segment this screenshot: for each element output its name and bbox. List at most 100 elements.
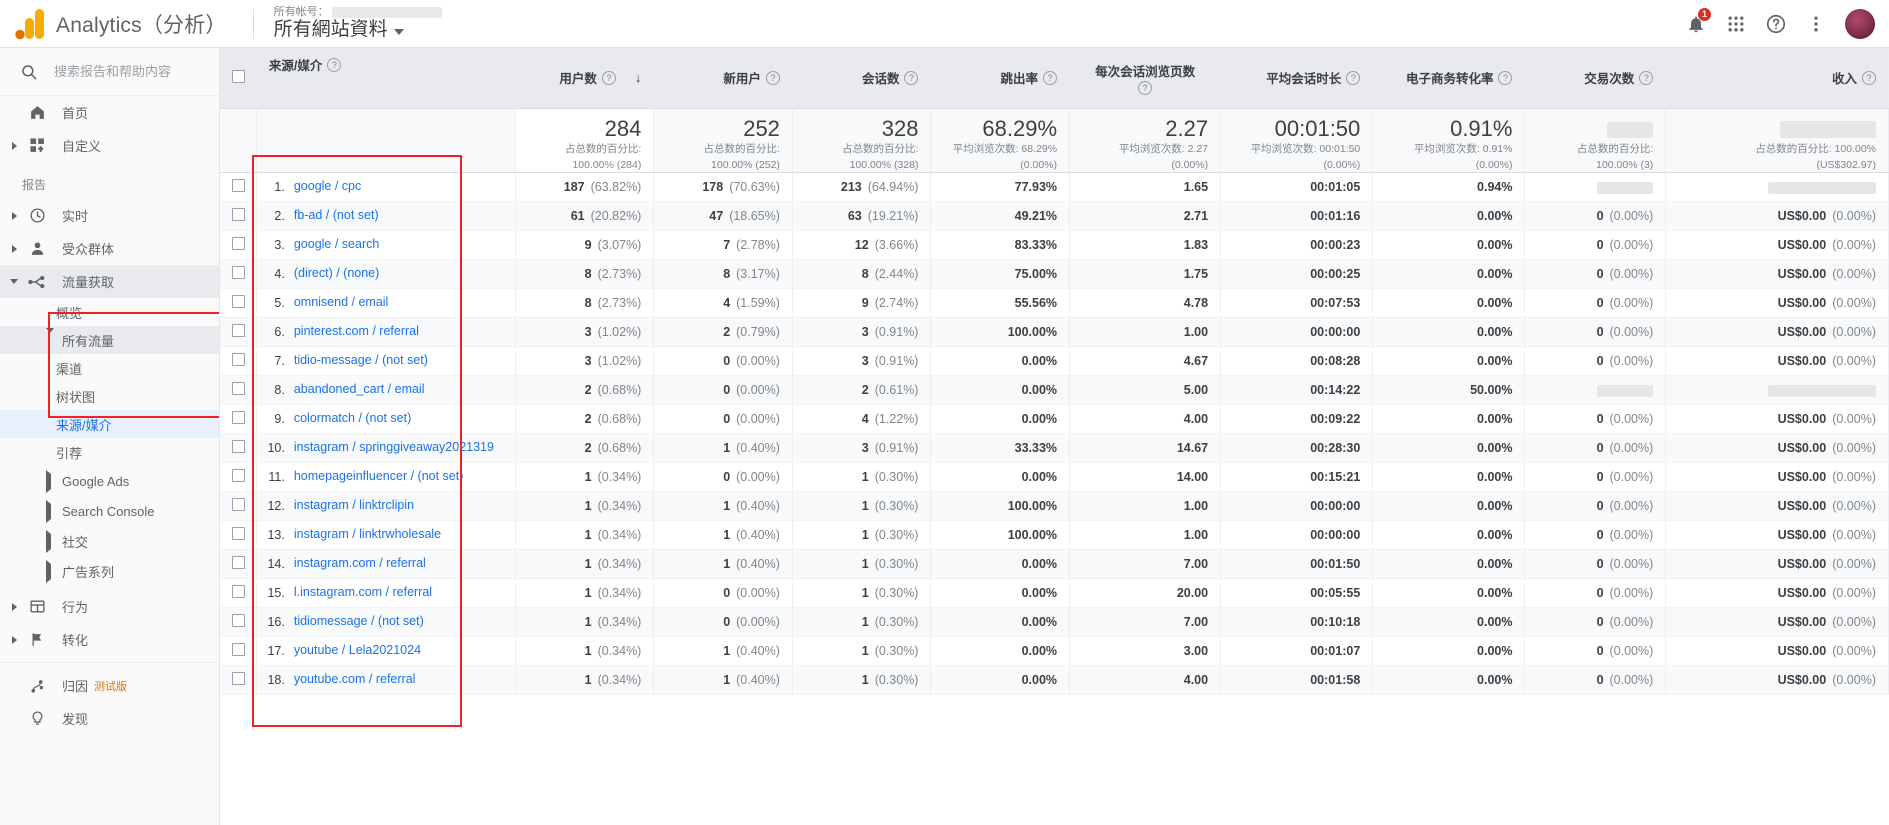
row-checkbox[interactable] bbox=[232, 381, 245, 395]
sidebar-subitem-channels[interactable]: 渠道 bbox=[0, 354, 219, 382]
row-checkbox[interactable] bbox=[232, 584, 245, 598]
table-row[interactable]: 6. pinterest.com / referral 3 (1.02%) 2 (0.79… bbox=[220, 317, 1889, 347]
row-select-cell[interactable] bbox=[220, 288, 257, 318]
row-dimension-link[interactable]: youtube.com / referral bbox=[294, 672, 416, 688]
help-question-icon[interactable]: ? bbox=[1498, 70, 1513, 85]
row-checkbox[interactable] bbox=[232, 555, 245, 569]
row-dimension-link[interactable]: instagram / springgiveaway2021319 bbox=[294, 440, 494, 456]
row-dimension-link[interactable]: colormatch / (not set) bbox=[294, 411, 411, 427]
column-header-transactions[interactable]: 交易次数 ? bbox=[1524, 48, 1667, 109]
row-select-cell[interactable] bbox=[220, 636, 257, 666]
row-checkbox[interactable] bbox=[232, 178, 245, 192]
sidebar-subitem-treemaps[interactable]: 树状图 bbox=[0, 382, 219, 410]
row-checkbox[interactable] bbox=[232, 323, 245, 337]
column-header-users[interactable]: 用户数 ? ↓ bbox=[515, 48, 655, 109]
row-dimension-link[interactable]: instagram.com / referral bbox=[294, 556, 426, 572]
row-dimension-link[interactable]: google / cpc bbox=[294, 179, 361, 195]
table-row[interactable]: 17. youtube / Lela2021024 1 (0.34%) 1 (0.40%)… bbox=[220, 636, 1889, 666]
help-icon[interactable] bbox=[1759, 7, 1793, 41]
help-question-icon[interactable]: ? bbox=[1138, 80, 1153, 95]
collapse-arrow[interactable] bbox=[6, 279, 22, 284]
row-checkbox[interactable] bbox=[232, 468, 245, 482]
table-row[interactable]: 12. instagram / linktrclipin 1 (0.34%) 1 (0.4… bbox=[220, 491, 1889, 521]
table-row[interactable]: 7. tidio-message / (not set) 3 (1.02%) 0 (0.0… bbox=[220, 346, 1889, 376]
help-question-icon[interactable]: ? bbox=[765, 70, 780, 85]
table-row[interactable]: 9. colormatch / (not set) 2 (0.68%) 0 (0.00%)… bbox=[220, 404, 1889, 434]
row-select-cell[interactable] bbox=[220, 520, 257, 550]
table-row[interactable]: 5. omnisend / email 8 (2.73%) 4 (1.59%) 9 (2.74… bbox=[220, 288, 1889, 318]
row-checkbox[interactable] bbox=[232, 207, 245, 221]
row-dimension-link[interactable]: instagram / linktrwholesale bbox=[294, 527, 441, 543]
sidebar-item-customization[interactable]: 自定义 bbox=[0, 129, 219, 162]
row-checkbox[interactable] bbox=[232, 671, 245, 685]
sidebar-item-acquisition[interactable]: 流量获取 bbox=[0, 265, 219, 298]
column-header-avg-session-duration[interactable]: 平均会话时长 ? bbox=[1220, 48, 1374, 109]
table-row[interactable]: 11. homepageinfluencer / (not set) 1 (0.34%… bbox=[220, 462, 1889, 492]
more-vertical-icon[interactable] bbox=[1799, 7, 1833, 41]
expand-arrow[interactable] bbox=[46, 559, 51, 583]
table-row[interactable]: 10. instagram / springgiveaway2021319 2 (0.… bbox=[220, 433, 1889, 463]
help-question-icon[interactable]: ? bbox=[1639, 70, 1654, 85]
row-dimension-link[interactable]: (direct) / (none) bbox=[294, 266, 379, 282]
help-question-icon[interactable]: ? bbox=[1862, 70, 1876, 85]
column-header-bounce-rate[interactable]: 跳出率 ? bbox=[930, 48, 1071, 109]
row-checkbox[interactable] bbox=[232, 410, 245, 424]
row-checkbox[interactable] bbox=[232, 352, 245, 366]
row-select-cell[interactable] bbox=[220, 549, 257, 579]
expand-arrow[interactable] bbox=[6, 635, 22, 644]
row-select-cell[interactable] bbox=[220, 491, 257, 521]
column-header-revenue[interactable]: 收入 ? bbox=[1665, 48, 1889, 109]
sidebar-subitem-all-traffic[interactable]: 所有流量 bbox=[0, 326, 219, 354]
sidebar-item-conversions[interactable]: 转化 bbox=[0, 623, 219, 656]
user-avatar[interactable] bbox=[1845, 8, 1875, 39]
sidebar-item-behavior[interactable]: 行为 bbox=[0, 590, 219, 623]
notifications-bell-icon[interactable]: 1 bbox=[1679, 7, 1713, 41]
column-header-sessions[interactable]: 会话数 ? bbox=[792, 48, 932, 109]
sidebar-subitem-referrals[interactable]: 引荐 bbox=[0, 438, 219, 466]
row-checkbox[interactable] bbox=[232, 439, 245, 453]
row-checkbox[interactable] bbox=[232, 265, 245, 279]
row-dimension-link[interactable]: google / search bbox=[294, 237, 379, 253]
row-checkbox[interactable] bbox=[232, 642, 245, 656]
row-checkbox[interactable] bbox=[232, 294, 245, 308]
row-dimension-link[interactable]: fb-ad / (not set) bbox=[294, 208, 379, 224]
collapse-arrow[interactable] bbox=[46, 327, 54, 348]
row-dimension-link[interactable]: instagram / linktrclipin bbox=[294, 498, 414, 514]
row-select-cell[interactable] bbox=[220, 172, 257, 202]
sidebar-item-realtime[interactable]: 实时 bbox=[0, 199, 219, 232]
row-dimension-link[interactable]: pinterest.com / referral bbox=[294, 324, 419, 340]
row-select-cell[interactable] bbox=[220, 578, 257, 608]
chevron-down-icon[interactable] bbox=[393, 29, 404, 36]
row-dimension-link[interactable]: homepageinfluencer / (not set) bbox=[294, 469, 464, 485]
expand-arrow[interactable] bbox=[6, 244, 22, 253]
sort-descending-icon[interactable]: ↓ bbox=[635, 70, 642, 85]
table-row[interactable]: 16. tidiomessage / (not set) 1 (0.34%) 0 (0.0… bbox=[220, 607, 1889, 637]
select-all-checkbox[interactable] bbox=[232, 69, 245, 83]
table-row[interactable]: 3. google / search 9 (3.07%) 7 (2.78%) 12 (3.66… bbox=[220, 230, 1889, 260]
row-select-cell[interactable] bbox=[220, 607, 257, 637]
row-checkbox[interactable] bbox=[232, 613, 245, 627]
sidebar-subitem-source-medium[interactable]: 来源/媒介 bbox=[0, 410, 219, 438]
row-select-cell[interactable] bbox=[220, 317, 257, 347]
row-checkbox[interactable] bbox=[232, 236, 245, 250]
sidebar-item-audience[interactable]: 受众群体 bbox=[0, 232, 219, 265]
sidebar-subitem-google-ads[interactable]: Google Ads bbox=[0, 466, 219, 496]
expand-arrow[interactable] bbox=[46, 469, 51, 493]
expand-arrow[interactable] bbox=[6, 141, 22, 150]
row-dimension-link[interactable]: tidiomessage / (not set) bbox=[294, 614, 424, 630]
expand-arrow[interactable] bbox=[46, 529, 51, 553]
column-header-ecommerce-conversion-rate[interactable]: 电子商务转化率 ? bbox=[1372, 48, 1526, 109]
expand-arrow[interactable] bbox=[6, 602, 22, 611]
sidebar-item-discover[interactable]: 发现 bbox=[0, 702, 219, 735]
help-question-icon[interactable]: ? bbox=[904, 70, 919, 85]
table-row[interactable]: 13. instagram / linktrwholesale 1 (0.34%) 1 (… bbox=[220, 520, 1889, 550]
property-row[interactable]: 所有網站資料 bbox=[274, 20, 442, 40]
row-select-cell[interactable] bbox=[220, 230, 257, 260]
row-dimension-link[interactable]: tidio-message / (not set) bbox=[294, 353, 428, 369]
row-dimension-link[interactable]: omnisend / email bbox=[294, 295, 389, 311]
row-dimension-link[interactable]: l.instagram.com / referral bbox=[294, 585, 432, 601]
search-row[interactable] bbox=[0, 48, 219, 96]
table-row[interactable]: 8. abandoned_cart / email 2 (0.68%) 0 (0.00%)… bbox=[220, 375, 1889, 405]
table-row[interactable]: 2. fb-ad / (not set) 61 (20.82%) 47 (18.65%) 6… bbox=[220, 201, 1889, 231]
sidebar-item-attribution[interactable]: 归因 测试版 bbox=[0, 669, 219, 702]
